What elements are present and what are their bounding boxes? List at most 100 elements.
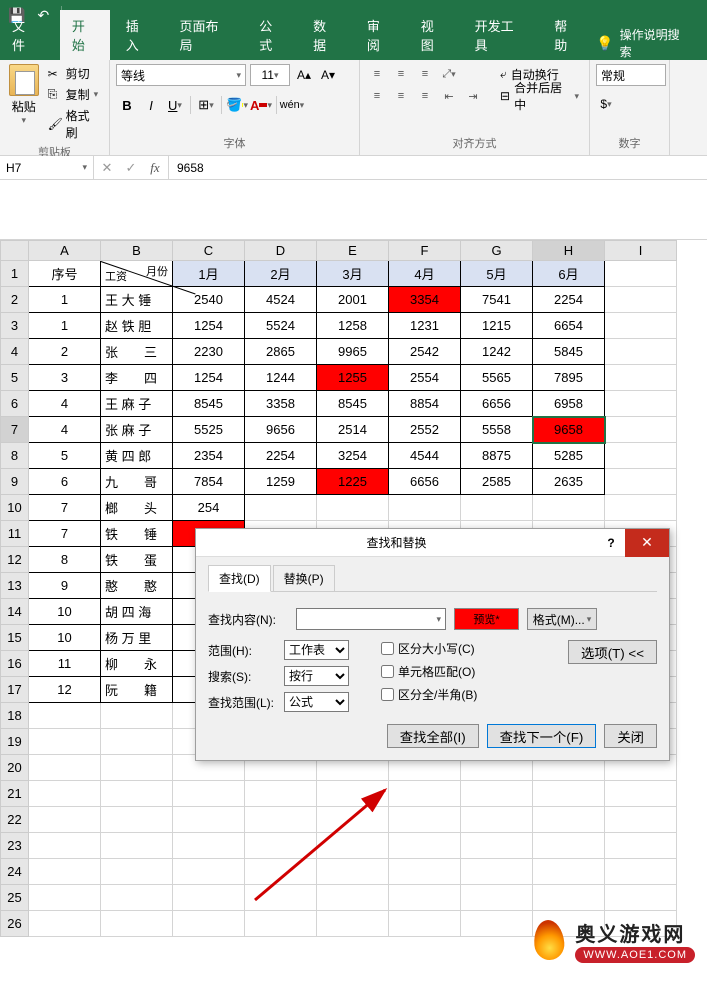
empty-cell[interactable] xyxy=(173,911,245,937)
empty-cell[interactable] xyxy=(245,859,317,885)
col-header-A[interactable]: A xyxy=(29,241,101,261)
seq-cell[interactable]: 3 xyxy=(29,365,101,391)
empty-cell[interactable] xyxy=(389,781,461,807)
lookin-select[interactable]: 公式 xyxy=(284,692,349,712)
number-format-select[interactable]: 常规 xyxy=(596,64,666,86)
paste-button[interactable]: 粘贴 ▾ xyxy=(6,64,42,126)
seq-cell[interactable]: 7 xyxy=(29,495,101,521)
row-header-20[interactable]: 20 xyxy=(1,755,29,781)
data-cell[interactable]: 4544 xyxy=(389,443,461,469)
row-header-8[interactable]: 8 xyxy=(1,443,29,469)
scope-select[interactable]: 工作表 xyxy=(284,640,349,660)
data-cell[interactable]: 1225 xyxy=(317,469,389,495)
empty-cell[interactable] xyxy=(461,911,533,937)
row-header-2[interactable]: 2 xyxy=(1,287,29,313)
empty-cell[interactable] xyxy=(317,859,389,885)
seq-cell[interactable]: 7 xyxy=(29,521,101,547)
data-cell[interactable]: 1254 xyxy=(173,313,245,339)
row-header-22[interactable]: 22 xyxy=(1,807,29,833)
empty-cell[interactable] xyxy=(173,885,245,911)
data-cell[interactable]: 1254 xyxy=(173,365,245,391)
match-width-checkbox[interactable]: 区分全/半角(B) xyxy=(381,686,477,703)
empty-cell[interactable] xyxy=(461,885,533,911)
empty-cell[interactable] xyxy=(605,313,677,339)
currency-icon[interactable]: $▾ xyxy=(596,94,616,114)
col-header-D[interactable]: D xyxy=(245,241,317,261)
row-header-4[interactable]: 4 xyxy=(1,339,29,365)
data-cell[interactable]: 5845 xyxy=(533,339,605,365)
align-center-icon[interactable]: ≡ xyxy=(390,86,412,106)
data-cell[interactable]: 1258 xyxy=(317,313,389,339)
align-top-icon[interactable]: ≡ xyxy=(366,64,388,84)
cut-button[interactable]: ✂剪切 xyxy=(46,64,103,83)
align-left-icon[interactable]: ≡ xyxy=(366,86,388,106)
enter-icon[interactable]: ✓ xyxy=(122,160,140,176)
row-header-16[interactable]: 16 xyxy=(1,651,29,677)
data-cell[interactable]: 7541 xyxy=(461,287,533,313)
data-cell[interactable]: 2552 xyxy=(389,417,461,443)
empty-cell[interactable] xyxy=(461,807,533,833)
name-cell[interactable]: 憨 憨 xyxy=(101,573,173,599)
empty-cell[interactable] xyxy=(101,755,173,781)
fill-color-button[interactable]: 🪣▾ xyxy=(226,94,248,116)
tab-find[interactable]: 查找(D) xyxy=(208,565,271,592)
seq-cell[interactable]: 6 xyxy=(29,469,101,495)
seq-cell[interactable]: 1 xyxy=(29,313,101,339)
empty-cell[interactable] xyxy=(245,781,317,807)
empty-cell[interactable] xyxy=(389,833,461,859)
name-cell[interactable]: 李 四 xyxy=(101,365,173,391)
empty-cell[interactable] xyxy=(101,729,173,755)
select-all-corner[interactable] xyxy=(1,241,29,261)
col-header-H[interactable]: H xyxy=(533,241,605,261)
data-cell[interactable]: 5525 xyxy=(173,417,245,443)
row-header-15[interactable]: 15 xyxy=(1,625,29,651)
tab-file[interactable]: 文件 xyxy=(6,10,56,60)
tab-help[interactable]: 帮助 xyxy=(542,10,592,60)
phonetic-button[interactable]: wén▾ xyxy=(281,94,303,116)
close-icon[interactable]: ✕ xyxy=(625,529,669,557)
data-cell[interactable]: 6656 xyxy=(461,391,533,417)
tab-formula[interactable]: 公式 xyxy=(247,10,297,60)
empty-cell[interactable] xyxy=(29,807,101,833)
data-cell[interactable]: 8545 xyxy=(317,391,389,417)
font-name-select[interactable]: 等线▾ xyxy=(116,64,246,86)
empty-cell[interactable] xyxy=(173,807,245,833)
empty-cell[interactable] xyxy=(101,703,173,729)
find-next-button[interactable]: 查找下一个(F) xyxy=(487,724,597,748)
empty-cell[interactable] xyxy=(29,703,101,729)
empty-cell[interactable] xyxy=(605,469,677,495)
indent-increase-icon[interactable]: ⇥ xyxy=(462,86,484,106)
empty-cell[interactable] xyxy=(533,807,605,833)
data-cell[interactable]: 2554 xyxy=(389,365,461,391)
data-cell[interactable]: 2254 xyxy=(533,287,605,313)
empty-cell[interactable] xyxy=(317,885,389,911)
name-cell[interactable]: 张 麻 子 xyxy=(101,417,173,443)
name-cell[interactable]: 柳 永 xyxy=(101,651,173,677)
tell-me-search[interactable]: 💡 操作说明搜索 xyxy=(596,26,701,60)
data-cell[interactable]: 2254 xyxy=(245,443,317,469)
name-cell[interactable]: 榔 头 xyxy=(101,495,173,521)
col-header-E[interactable]: E xyxy=(317,241,389,261)
name-cell[interactable]: 赵 铁 胆 xyxy=(101,313,173,339)
italic-button[interactable]: I xyxy=(140,94,162,116)
format-painter-button[interactable]: 🖌格式刷 xyxy=(46,106,103,142)
copy-button[interactable]: ⎘复制▾ xyxy=(46,85,103,104)
tab-insert[interactable]: 插入 xyxy=(114,10,164,60)
data-cell[interactable]: 6656 xyxy=(389,469,461,495)
row-header-10[interactable]: 10 xyxy=(1,495,29,521)
row-header-13[interactable]: 13 xyxy=(1,573,29,599)
empty-cell[interactable] xyxy=(29,781,101,807)
empty-cell[interactable] xyxy=(605,885,677,911)
data-cell[interactable]: 2865 xyxy=(245,339,317,365)
name-cell[interactable]: 胡 四 海 xyxy=(101,599,173,625)
data-cell[interactable]: 2542 xyxy=(389,339,461,365)
fx-icon[interactable]: fx xyxy=(146,160,164,176)
data-cell[interactable]: 2354 xyxy=(173,443,245,469)
col-header-I[interactable]: I xyxy=(605,241,677,261)
merge-center-button[interactable]: ⊟合并后居中▾ xyxy=(496,86,583,106)
formula-input[interactable]: 9658 xyxy=(169,156,707,179)
empty-cell[interactable] xyxy=(605,417,677,443)
name-cell[interactable]: 黄 四 郎 xyxy=(101,443,173,469)
row-header-9[interactable]: 9 xyxy=(1,469,29,495)
seq-cell[interactable]: 2 xyxy=(29,339,101,365)
